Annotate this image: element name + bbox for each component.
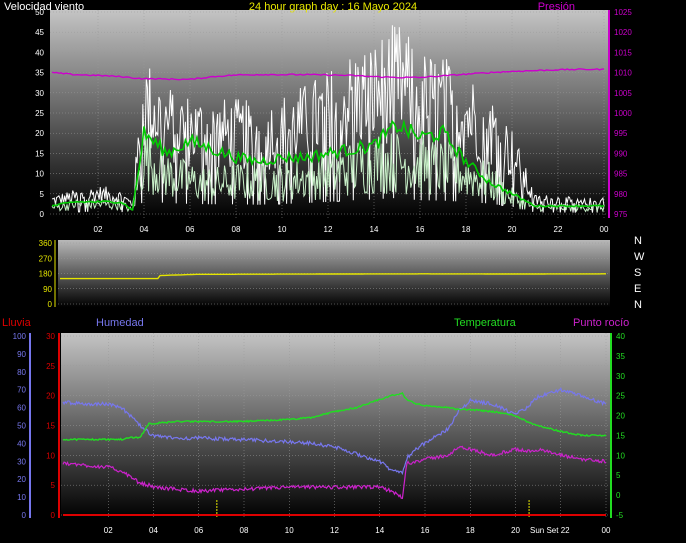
rain-label: Lluvia: [2, 317, 32, 329]
humidity-y-tick-label: 20: [17, 475, 26, 484]
wind-x-tick-label: 00: [600, 225, 609, 234]
wind-x-tick-label: 16: [416, 225, 425, 234]
pressure-y-tick-label: 1005: [614, 89, 632, 98]
wind-x-tick-label: 22: [554, 225, 563, 234]
humidity-x-tick-label: 14: [375, 526, 384, 535]
humidity-y-tick-label: 70: [17, 386, 26, 395]
pressure-y-tick-label: 985: [614, 170, 628, 179]
direction-y-tick-label: 270: [39, 254, 53, 263]
humidity-x-tick-label: 06: [194, 526, 203, 535]
humidity-y-tick-label: 80: [17, 368, 26, 377]
wind-y-tick-label: 50: [35, 8, 44, 17]
weather-chart: Velocidad viento 24 hour graph day : 16 …: [2, 1, 645, 535]
humidity-y-tick-label: 50: [17, 422, 26, 431]
rain-y-tick-label: 30: [46, 332, 55, 341]
pressure-y-tick-label: 1000: [614, 109, 632, 118]
rain-y-tick-label: 15: [46, 422, 55, 431]
humidity-y-tick-label: 100: [13, 332, 27, 341]
temperature-y-tick-label: 25: [616, 392, 625, 401]
sunset-label: Sun Set 22: [530, 526, 570, 535]
wind-y-tick-label: 10: [35, 170, 44, 179]
wind-x-tick-label: 02: [94, 225, 103, 234]
temperature-y-tick-label: 30: [616, 372, 625, 381]
temperature-y-tick-label: 20: [616, 412, 625, 421]
pressure-y-tick-label: 975: [614, 210, 628, 219]
compass-n-top: N: [634, 235, 642, 247]
humidity-x-tick-label: 20: [511, 526, 520, 535]
humidity-y-tick-label: 0: [22, 511, 27, 520]
wind-x-tick-label: 04: [140, 225, 149, 234]
humidity-x-tick-label: 04: [149, 526, 158, 535]
wind-y-tick-label: 25: [35, 109, 44, 118]
humidity-y-tick-label: 30: [17, 457, 26, 466]
direction-y-tick-label: 0: [48, 300, 53, 309]
humidity-y-tick-label: 40: [17, 439, 26, 448]
rain-y-tick-label: 5: [51, 481, 56, 490]
pressure-y-tick-label: 980: [614, 190, 628, 199]
humidity-x-tick-label: 12: [330, 526, 339, 535]
temperature-y-tick-label: 40: [616, 332, 625, 341]
pressure-y-tick-label: 1020: [614, 28, 632, 37]
wind-x-tick-label: 10: [278, 225, 287, 234]
wind-y-tick-label: 35: [35, 69, 44, 78]
compass-n-bottom: N: [634, 299, 642, 311]
compass-e: E: [634, 283, 641, 295]
rain-y-tick-label: 10: [46, 451, 55, 460]
dewpoint-label: Punto rocío: [573, 317, 629, 329]
wind-y-tick-label: 40: [35, 48, 44, 57]
temperature-y-tick-label: 5: [616, 471, 621, 480]
pressure-y-tick-label: 1025: [614, 8, 632, 17]
pressure-y-tick-label: 1015: [614, 48, 632, 57]
wind-x-tick-label: 20: [508, 225, 517, 234]
compass-w: W: [634, 251, 645, 263]
wind-y-tick-label: 30: [35, 89, 44, 98]
wind-y-tick-label: 15: [35, 149, 44, 158]
humidity-label: Humedad: [96, 317, 144, 329]
pressure-y-tick-label: 995: [614, 129, 628, 138]
humidity-panel-background: [61, 333, 610, 518]
wind-x-tick-label: 08: [232, 225, 241, 234]
wind-x-tick-label: 06: [186, 225, 195, 234]
humidity-x-tick-label: 00: [602, 526, 611, 535]
temperature-label: Temperatura: [454, 317, 517, 329]
humidity-x-tick-label: 08: [240, 526, 249, 535]
rain-y-tick-label: 25: [46, 362, 55, 371]
wind-x-tick-label: 14: [370, 225, 379, 234]
temperature-y-tick-label: 15: [616, 431, 625, 440]
wind-speed-label: Velocidad viento: [4, 1, 84, 13]
humidity-x-tick-label: 10: [285, 526, 294, 535]
wind-y-tick-label: 45: [35, 28, 44, 37]
rain-y-tick-label: 0: [51, 511, 56, 520]
compass-s: S: [634, 267, 641, 279]
pressure-y-tick-label: 1010: [614, 69, 632, 78]
wind-x-tick-label: 12: [324, 225, 333, 234]
direction-y-tick-label: 360: [39, 239, 53, 248]
direction-y-tick-label: 180: [39, 270, 53, 279]
pressure-label: Presión: [538, 1, 575, 13]
humidity-y-tick-label: 90: [17, 350, 26, 359]
temperature-y-tick-label: 0: [616, 491, 621, 500]
humidity-x-tick-label: 16: [421, 526, 430, 535]
humidity-x-tick-label: 18: [466, 526, 475, 535]
wind-y-tick-label: 20: [35, 129, 44, 138]
pressure-y-tick-label: 990: [614, 149, 628, 158]
humidity-y-tick-label: 60: [17, 404, 26, 413]
chart-title: 24 hour graph day : 16 Mayo 2024: [249, 1, 417, 13]
direction-y-tick-label: 90: [43, 285, 52, 294]
temperature-y-tick-label: 10: [616, 451, 625, 460]
wind-y-tick-label: 5: [40, 190, 45, 199]
rain-y-tick-label: 20: [46, 392, 55, 401]
wind-y-tick-label: 0: [40, 210, 45, 219]
temperature-y-tick-label: -5: [616, 511, 624, 520]
wind-x-tick-label: 18: [462, 225, 471, 234]
temperature-y-tick-label: 35: [616, 352, 625, 361]
humidity-y-tick-label: 10: [17, 493, 26, 502]
humidity-x-tick-label: 02: [104, 526, 113, 535]
